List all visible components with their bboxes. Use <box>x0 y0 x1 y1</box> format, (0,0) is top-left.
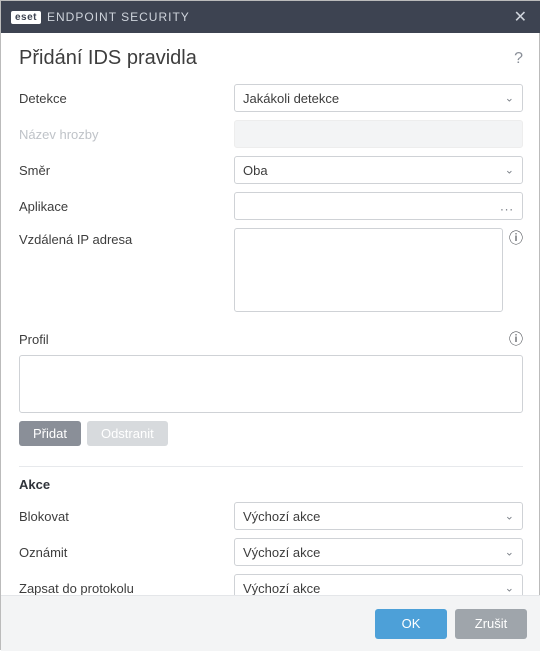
textarea-vzdalena-ip[interactable] <box>234 228 503 312</box>
titlebar: eset ENDPOINT SECURITY ✕ <box>1 1 540 33</box>
label-zapsat: Zapsat do protokolu <box>19 581 234 596</box>
help-icon[interactable]: ? <box>514 50 523 68</box>
close-icon[interactable]: ✕ <box>510 7 531 27</box>
dialog-content: Přidání IDS pravidla ? Detekce Jakákoli … <box>1 33 540 620</box>
add-button[interactable]: Přidat <box>19 421 81 446</box>
remove-button: Odstranit <box>87 421 168 446</box>
label-nazev-hrozby: Název hrozby <box>19 127 234 142</box>
input-nazev-hrozby <box>234 120 523 148</box>
select-blokovat-value: Výchozí akce <box>243 509 320 524</box>
brand-badge: eset <box>11 11 41 24</box>
select-detekce-value: Jakákoli detekce <box>243 91 339 106</box>
select-zapsat-value: Výchozí akce <box>243 581 320 596</box>
chevron-down-icon: ⌄ <box>505 582 514 595</box>
select-blokovat[interactable]: Výchozí akce ⌄ <box>234 502 523 530</box>
page-title: Přidání IDS pravidla <box>19 47 514 70</box>
label-blokovat: Blokovat <box>19 509 234 524</box>
brand-text: ENDPOINT SECURITY <box>47 10 190 24</box>
select-smer-value: Oba <box>243 163 268 178</box>
label-smer: Směr <box>19 163 234 178</box>
section-akce-title: Akce <box>19 477 523 492</box>
listbox-profil[interactable] <box>19 355 523 413</box>
chevron-down-icon: ⌄ <box>505 92 514 105</box>
chevron-down-icon: ⌄ <box>505 510 514 523</box>
info-icon[interactable]: ⓘ <box>509 228 523 248</box>
chevron-down-icon: ⌄ <box>505 546 514 559</box>
divider <box>19 466 523 467</box>
select-oznamit[interactable]: Výchozí akce ⌄ <box>234 538 523 566</box>
info-icon[interactable]: ⓘ <box>509 329 523 349</box>
browse-icon[interactable]: ... <box>500 199 514 214</box>
chevron-down-icon: ⌄ <box>505 164 514 177</box>
select-detekce[interactable]: Jakákoli detekce ⌄ <box>234 84 523 112</box>
ok-button[interactable]: OK <box>375 609 447 639</box>
dialog-footer: OK Zrušit <box>1 595 540 651</box>
select-oznamit-value: Výchozí akce <box>243 545 320 560</box>
label-profil: Profil <box>19 332 49 347</box>
input-aplikace[interactable]: ... <box>234 192 523 220</box>
label-oznamit: Oznámit <box>19 545 234 560</box>
label-detekce: Detekce <box>19 91 234 106</box>
cancel-button[interactable]: Zrušit <box>455 609 527 639</box>
label-vzdalena-ip: Vzdálená IP adresa <box>19 228 234 247</box>
select-smer[interactable]: Oba ⌄ <box>234 156 523 184</box>
label-aplikace: Aplikace <box>19 199 234 214</box>
